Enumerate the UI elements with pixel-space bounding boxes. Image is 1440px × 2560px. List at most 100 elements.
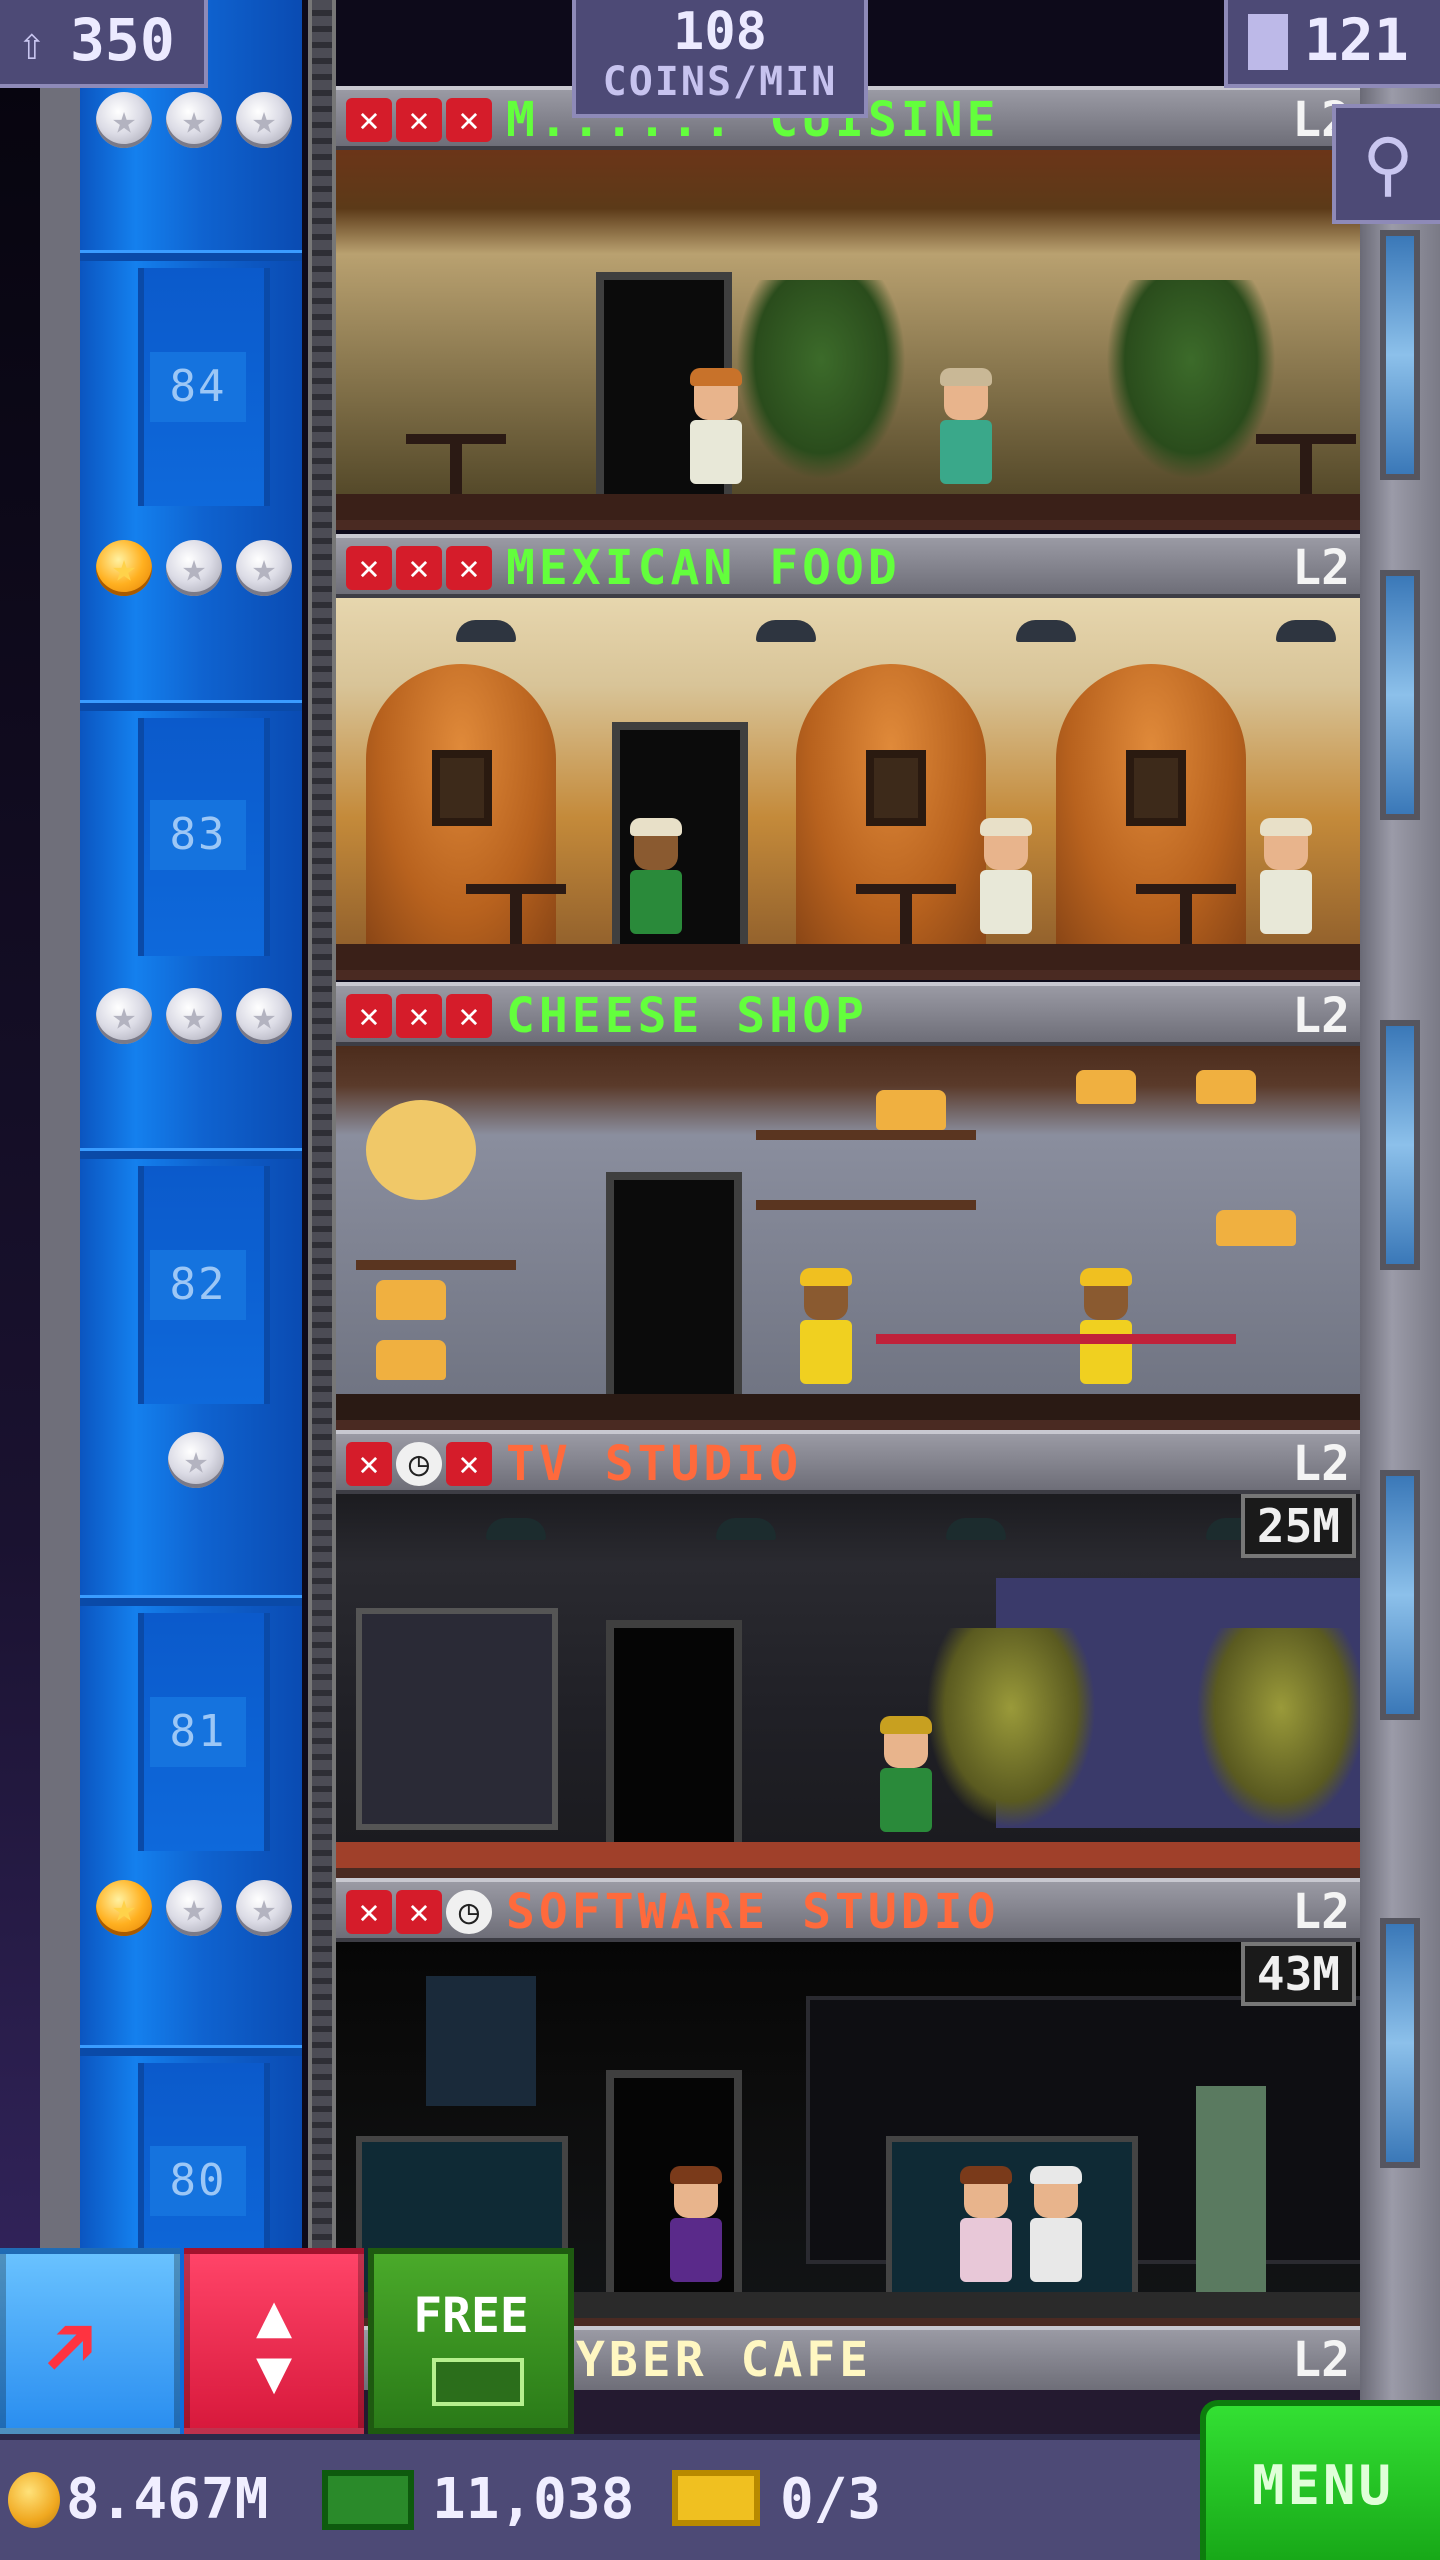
ceiling-lamp [1276,620,1336,642]
floor-number: 82 [150,1250,246,1320]
filing-cabinet [1196,2086,1266,2306]
bux-value: 11,038 [432,2467,635,2532]
bux-bill-icon [322,2470,414,2530]
silver-star-icon: ★ [236,540,292,596]
free-bux-button[interactable]: FREE [368,2248,574,2434]
floor-level: L2 [1292,540,1350,596]
elevator-button[interactable]: ▲ ▼ [184,2248,364,2434]
floor-number: 80 [150,2146,246,2216]
floor-header[interactable]: ✕ ✕ ✕ CHEESE SHOP L2 [336,982,1360,1046]
silver-star-icon: ★ [236,988,292,1044]
population-counter[interactable]: ⇧ 350 [0,0,208,88]
ceiling-lamp [946,1518,1006,1540]
search-button[interactable]: ⚲ [1332,104,1440,224]
out-of-stock-icon: ✕ [346,546,392,590]
menu-button[interactable]: MENU [1200,2400,1440,2560]
up-down-arrows-icon: ▲ ▼ [255,2281,293,2407]
dining-table [1256,434,1356,494]
floor-room-81[interactable]: 25M [336,1488,1360,1878]
silver-star-icon: ★ [96,92,152,148]
potted-plant [926,1628,1096,1828]
restock-timer: 43M [1240,1942,1356,2006]
out-of-stock-icon: ✕ [346,1890,392,1934]
building-icon [1248,14,1288,70]
restock-status: ✕ ✕ ✕ [346,546,492,590]
space-background [0,0,40,2560]
floor-counter[interactable]: 121 [1224,0,1440,88]
dining-table [856,884,956,944]
floor-stars: ★ ★ ★ [96,540,296,600]
shaft-divider [80,2045,302,2056]
room-door [606,1620,742,1858]
dining-table [406,434,506,494]
floor-room-84[interactable] [336,140,1360,530]
cheese-wheel [376,1340,446,1380]
floor-stars: ★ [96,1432,296,1492]
restock-timer: 25M [1240,1494,1356,1558]
restock-status: ✕ ✕ ◷ [346,1890,492,1934]
ceiling-lamp [756,620,816,642]
shop-counter [876,1334,1236,1394]
silver-star-icon: ★ [166,540,222,596]
tower-window [1380,1470,1420,1720]
floor-number: 84 [150,352,246,422]
floor-level: L2 [1292,988,1350,1044]
bitizen[interactable] [666,2166,726,2292]
cheese-wheel [876,1090,946,1130]
bitizen[interactable] [956,2166,1016,2292]
floor-stars: ★ ★ ★ [96,988,296,1048]
out-of-stock-icon: ✕ [446,1442,492,1486]
bitizen[interactable] [1026,2166,1086,2292]
out-of-stock-icon: ✕ [396,994,442,1038]
ceiling-lamp [486,1518,546,1540]
gold-star-icon: ★ [96,540,152,596]
dining-table [466,884,566,944]
clock-icon: ◷ [396,1442,442,1486]
tower-window [1380,1020,1420,1270]
move-floor-button[interactable]: ➔ [0,2248,180,2434]
floor-header[interactable]: ✕ ✕ ◷ SOFTWARE STUDIO L2 [336,1878,1360,1942]
bitizen[interactable] [626,818,686,944]
free-label: FREE [413,2288,529,2344]
ceiling-lamp [456,620,516,642]
coins-value: 8.467M [66,2467,269,2532]
bitizen[interactable] [686,368,746,494]
shaft-divider [80,1595,302,1606]
out-of-stock-icon: ✕ [446,994,492,1038]
out-of-stock-icon: ✕ [396,98,442,142]
bitizen[interactable] [936,368,996,494]
restock-status: ✕ ✕ ✕ [346,98,492,142]
floor-room-83[interactable] [336,590,1360,980]
gold-star-icon: ★ [96,1880,152,1936]
bux-bill-icon [432,2358,524,2406]
coins-per-minute-value: 108 [673,2,767,62]
floor-header[interactable]: ✕ ◷ ✕ TV STUDIO L2 [336,1430,1360,1494]
bitizen[interactable] [876,1716,936,1842]
elevator-cable [308,0,336,2560]
silver-star-icon: ★ [96,988,152,1044]
cheese-shelf [356,1260,516,1270]
dining-table [1136,884,1236,944]
floor-name: MEXICAN FOOD [506,540,901,596]
bitizen[interactable] [976,818,1036,944]
bitizen[interactable] [1256,818,1316,944]
magnifier-icon: ⚲ [1362,123,1414,205]
floor-level: L2 [1292,1436,1350,1492]
out-of-stock-icon: ✕ [346,98,392,142]
restock-status: ✕ ✕ ✕ [346,994,492,1038]
tower-window [1380,230,1420,480]
bitizen[interactable] [796,1268,856,1394]
floor-header[interactable]: ✕ ✕ ✕ MEXICAN FOOD L2 [336,534,1360,598]
floor-count-value: 121 [1304,6,1409,74]
floor-room-82[interactable] [336,1040,1360,1430]
cheese-wheel [1076,1070,1136,1104]
cheese-wheel [1196,1070,1256,1104]
shaft-divider [80,700,302,711]
ceiling-lamp [716,1518,776,1540]
floor-stars: ★ ★ ★ [96,1880,296,1940]
out-of-stock-icon: ✕ [446,546,492,590]
cheese-sign [366,1100,476,1200]
silver-star-icon: ★ [166,988,222,1044]
restock-status: ✕ ◷ ✕ [346,1442,492,1486]
floor-stars: ★ ★ ★ [96,92,296,152]
